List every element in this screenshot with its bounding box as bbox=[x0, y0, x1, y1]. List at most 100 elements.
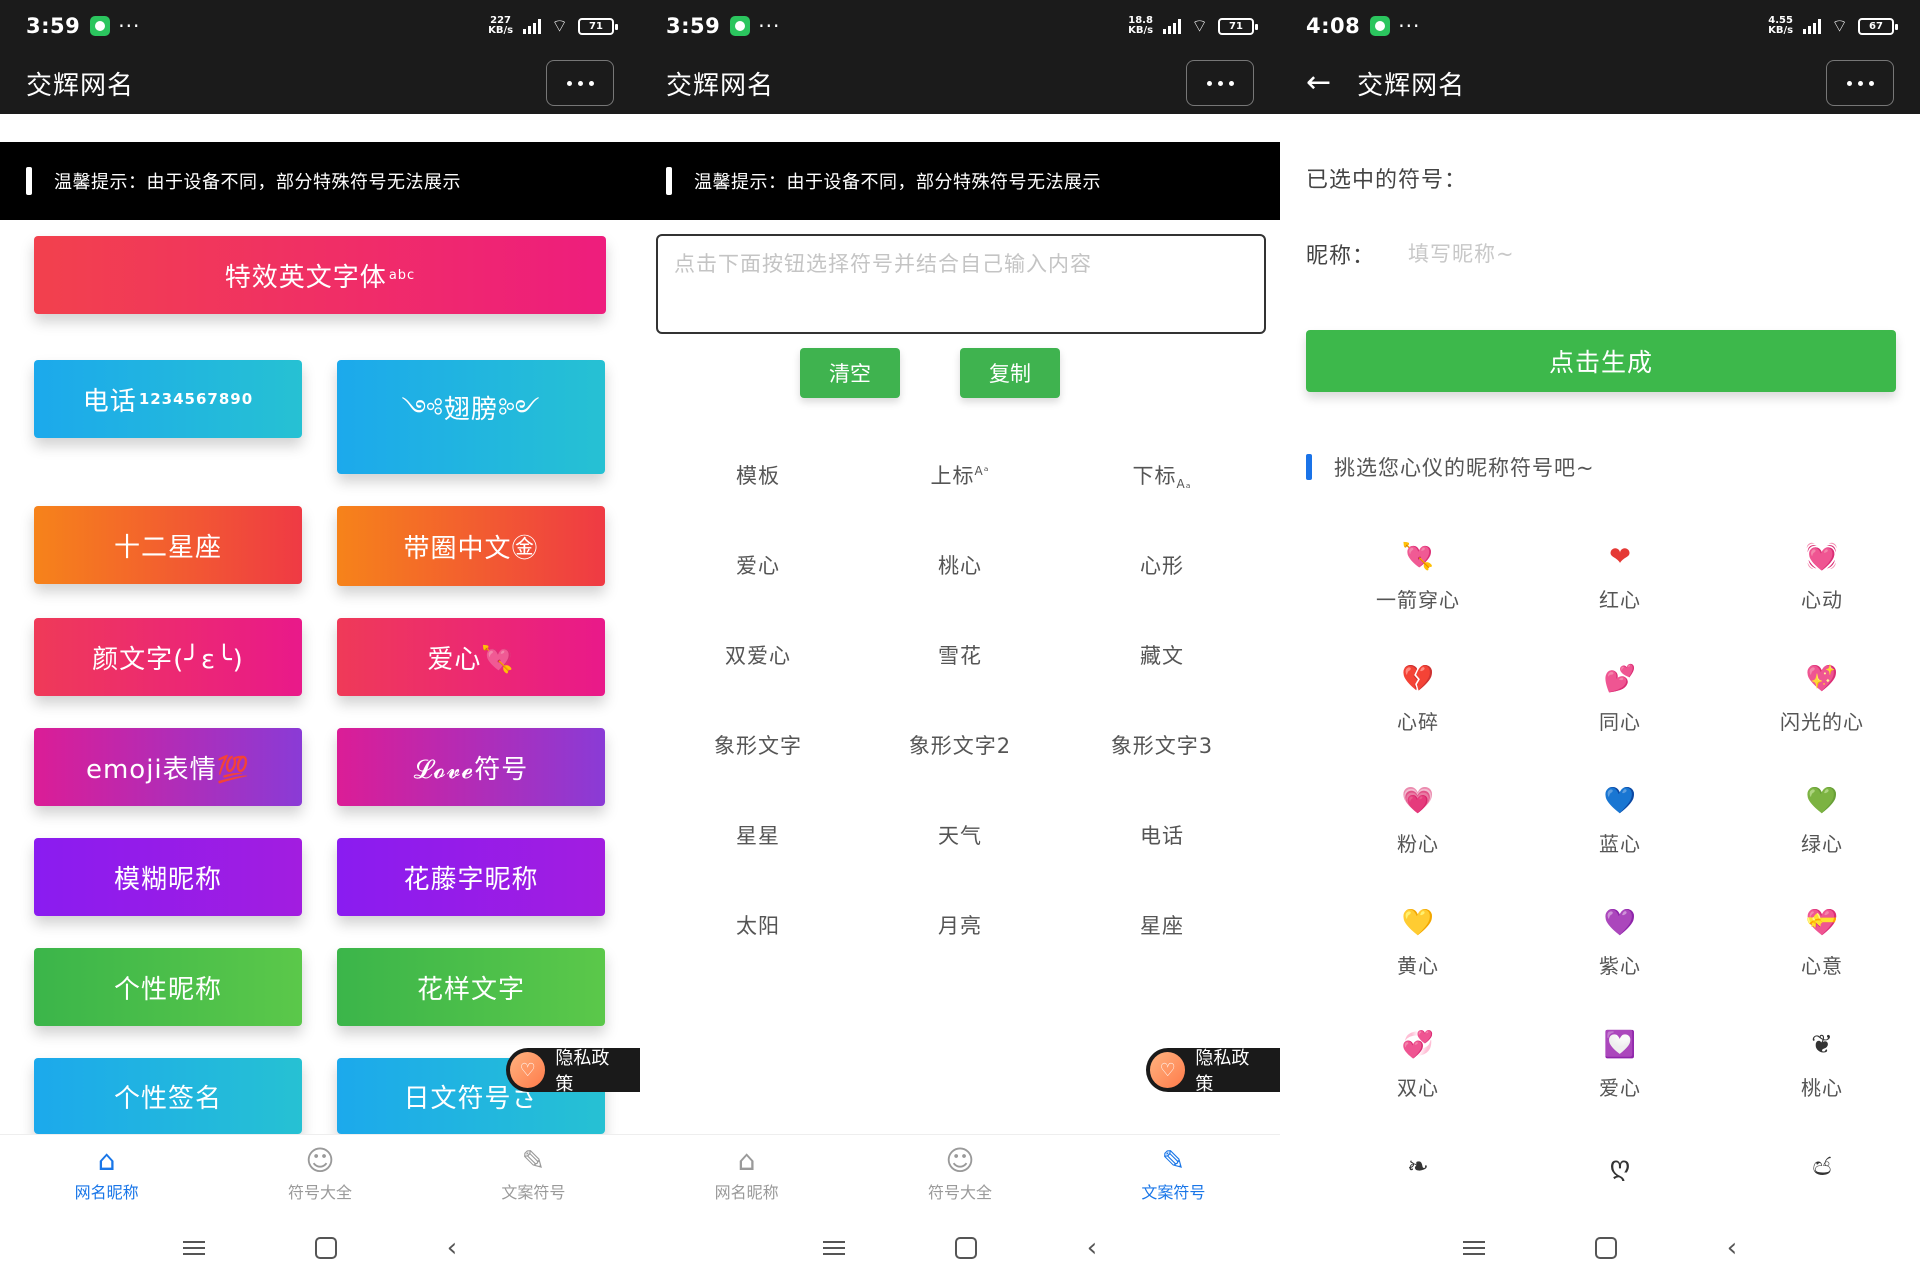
wechat-notification-icon bbox=[90, 16, 111, 36]
recents-button[interactable] bbox=[182, 1241, 205, 1255]
symbol-label: 紫心 bbox=[1599, 954, 1641, 978]
menu-wings[interactable]: ༺翅膀༻ bbox=[337, 360, 605, 474]
copy-button[interactable]: 复制 bbox=[960, 348, 1060, 398]
menu-fancy-text[interactable]: 花样文字 bbox=[337, 948, 605, 1026]
title-bar: 交辉网名 bbox=[640, 52, 1280, 114]
back-button[interactable]: ‹ bbox=[447, 1233, 457, 1263]
wifi-icon: ⌔ bbox=[551, 15, 568, 37]
tab-symbols[interactable]: ☺ 符号大全 bbox=[213, 1135, 426, 1216]
network-speed: 4.55 KB/s bbox=[1768, 15, 1794, 36]
more-menu-button[interactable] bbox=[546, 60, 614, 106]
recents-button[interactable] bbox=[1462, 1241, 1485, 1255]
recents-button[interactable] bbox=[822, 1241, 845, 1255]
category-item[interactable]: 象形文字 bbox=[658, 730, 858, 760]
tab-nickname[interactable]: ⌂ 网名昵称 bbox=[640, 1135, 853, 1216]
symbol-label: 一箭穿心 bbox=[1376, 588, 1460, 612]
symbol-item[interactable]: 💚 绿心 bbox=[1722, 784, 1920, 857]
title-bar: 交辉网名 bbox=[0, 52, 640, 114]
menu-vine-nickname[interactable]: 花藤字昵称 bbox=[337, 838, 605, 916]
category-item[interactable]: 双爱心 bbox=[658, 640, 858, 670]
category-item[interactable]: 星星 bbox=[658, 820, 858, 850]
more-notifications-icon: ··· bbox=[1398, 14, 1421, 38]
network-speed: 18.8 KB/s bbox=[1128, 15, 1154, 36]
category-item[interactable]: 爱心 bbox=[658, 550, 858, 580]
symbol-item[interactable]: ❧ bbox=[1318, 1150, 1518, 1194]
category-item[interactable]: 雪花 bbox=[860, 640, 1060, 670]
symbol-item[interactable]: ღ bbox=[1520, 1150, 1720, 1194]
category-item[interactable]: 心形 bbox=[1062, 550, 1262, 580]
symbol-item[interactable]: ❤ 红心 bbox=[1520, 540, 1720, 613]
more-notifications-icon: ··· bbox=[118, 14, 141, 38]
menu-personal-nickname[interactable]: 个性昵称 bbox=[34, 948, 302, 1026]
symbol-label: 双心 bbox=[1397, 1076, 1439, 1100]
phone-screen-copy-symbols: 3:59 ··· 18.8 KB/s ⌔ 71 交辉网名 温馨提示：由于设备不同，… bbox=[640, 0, 1280, 1280]
symbol-item[interactable]: 💔 心碎 bbox=[1318, 662, 1518, 735]
symbol-item[interactable]: ❦ 桃心 bbox=[1722, 1028, 1920, 1101]
back-arrow-icon[interactable]: ← bbox=[1306, 68, 1331, 98]
category-item[interactable]: 电话 bbox=[1062, 820, 1262, 850]
symbol-glyph: 💞 bbox=[1401, 1030, 1435, 1060]
menu-blur-nickname[interactable]: 模糊昵称 bbox=[34, 838, 302, 916]
tip-accent bbox=[26, 167, 32, 195]
menu-emoji[interactable]: emoji表情💯 bbox=[34, 728, 302, 806]
menu-signature[interactable]: 个性签名 bbox=[34, 1058, 302, 1134]
bottom-tab-bar: ⌂ 网名昵称 ☺ 符号大全 ✎ 文案符号 bbox=[0, 1134, 640, 1216]
symbol-item[interactable]: 💗 粉心 bbox=[1318, 784, 1518, 857]
menu-kaomoji[interactable]: 颜文字(╯ε╰) bbox=[34, 618, 302, 696]
home-button[interactable] bbox=[1594, 1237, 1617, 1259]
menu-zodiac[interactable]: 十二星座 bbox=[34, 506, 302, 584]
category-item[interactable]: 象形文字3 bbox=[1062, 730, 1262, 760]
more-menu-button[interactable] bbox=[1186, 60, 1254, 106]
menu-love-symbols[interactable]: 𝓛𝓸𝓿𝓮符号 bbox=[337, 728, 605, 806]
privacy-policy-button[interactable]: ♡ 隐私政策 bbox=[1146, 1048, 1280, 1095]
symbol-glyph: ❦ bbox=[1811, 1030, 1833, 1060]
more-menu-button[interactable] bbox=[1826, 60, 1894, 106]
home-icon: ⌂ bbox=[97, 1144, 116, 1177]
category-item[interactable]: 下标Aₐ bbox=[1062, 460, 1262, 491]
symbol-item[interactable]: 💟 爱心 bbox=[1520, 1028, 1720, 1101]
category-item[interactable]: 上标Aᵃ bbox=[860, 460, 1060, 490]
category-item[interactable]: 月亮 bbox=[860, 910, 1060, 940]
tab-nickname[interactable]: ⌂ 网名昵称 bbox=[0, 1135, 213, 1216]
back-button[interactable]: ‹ bbox=[1727, 1233, 1737, 1263]
back-button[interactable]: ‹ bbox=[1087, 1233, 1097, 1263]
symbol-label: 桃心 bbox=[1801, 1076, 1843, 1100]
symbol-item[interactable]: 💝 心意 bbox=[1722, 906, 1920, 979]
nickname-input[interactable]: 填写昵称~ bbox=[1408, 238, 1888, 268]
category-item[interactable]: 太阳 bbox=[658, 910, 858, 940]
symbol-item[interactable]: 💘 一箭穿心 bbox=[1318, 540, 1518, 613]
pencil-icon: ✎ bbox=[521, 1144, 546, 1177]
symbol-label: 心意 bbox=[1801, 954, 1843, 978]
menu-fancy-english-font[interactable]: 特效英文字体 abc bbox=[34, 236, 606, 314]
symbol-item[interactable]: 💕 同心 bbox=[1520, 662, 1720, 735]
clear-button[interactable]: 清空 bbox=[800, 348, 900, 398]
symbol-item[interactable]: ඦ bbox=[1722, 1150, 1920, 1194]
category-item[interactable]: 星座 bbox=[1062, 910, 1262, 940]
symbol-item[interactable]: 💛 黄心 bbox=[1318, 906, 1518, 979]
symbol-item[interactable]: 💜 紫心 bbox=[1520, 906, 1720, 979]
tab-copy-symbols[interactable]: ✎ 文案符号 bbox=[427, 1135, 640, 1216]
category-item[interactable]: 天气 bbox=[860, 820, 1060, 850]
category-item[interactable]: 象形文字2 bbox=[860, 730, 1060, 760]
tab-copy-symbols[interactable]: ✎ 文案符号 bbox=[1067, 1135, 1280, 1216]
tip-text: 温馨提示：由于设备不同，部分特殊符号无法展示 bbox=[54, 172, 461, 193]
tab-symbols[interactable]: ☺ 符号大全 bbox=[853, 1135, 1066, 1216]
category-item[interactable]: 桃心 bbox=[860, 550, 1060, 580]
privacy-policy-button[interactable]: ♡ 隐私政策 bbox=[506, 1048, 640, 1095]
home-button[interactable] bbox=[314, 1237, 337, 1259]
more-notifications-icon: ··· bbox=[758, 14, 781, 38]
home-button[interactable] bbox=[954, 1237, 977, 1259]
symbol-item[interactable]: 💖 闪光的心 bbox=[1722, 662, 1920, 735]
symbol-item[interactable]: 💙 蓝心 bbox=[1520, 784, 1720, 857]
menu-circled-chinese[interactable]: 带圈中文㊎ bbox=[337, 506, 605, 586]
symbol-item[interactable]: 💞 双心 bbox=[1318, 1028, 1518, 1101]
symbol-item[interactable]: 💓 心动 bbox=[1722, 540, 1920, 613]
status-time: 3:59 bbox=[666, 14, 721, 38]
menu-love-heart[interactable]: 爱心💘 bbox=[337, 618, 605, 696]
category-item[interactable]: 藏文 bbox=[1062, 640, 1262, 670]
generate-button[interactable]: 点击生成 bbox=[1306, 330, 1896, 392]
category-item[interactable]: 模板 bbox=[658, 460, 858, 490]
menu-phone[interactable]: 电话 1234567890 bbox=[34, 360, 302, 438]
system-nav-bar: ‹ bbox=[0, 1216, 640, 1280]
symbol-compose-input[interactable]: 点击下面按钮选择符号并结合自己输入内容 bbox=[656, 234, 1266, 334]
